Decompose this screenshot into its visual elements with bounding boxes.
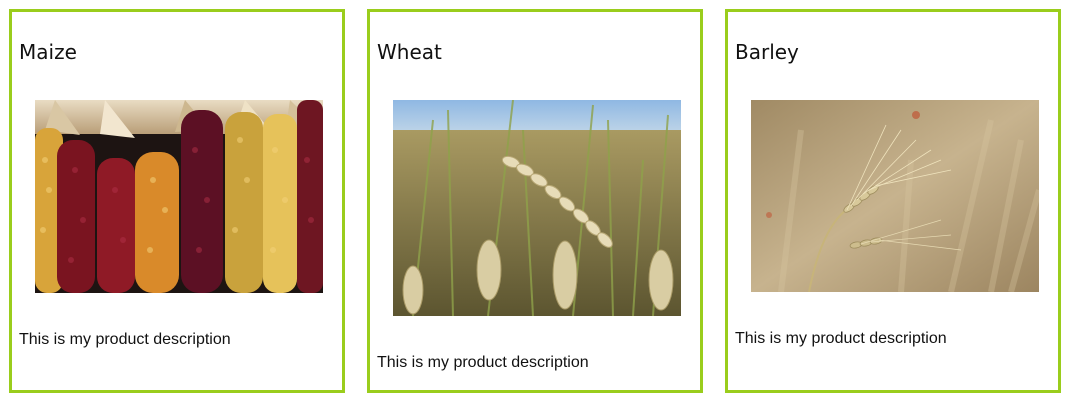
maize-photo [35,100,323,293]
wheat-photo [393,100,681,316]
barley-photo [751,100,1039,292]
product-description: This is my product description [735,330,947,347]
product-title: Maize [19,40,77,64]
product-card-maize: Maize This is my product description [9,9,345,393]
product-title: Wheat [377,40,442,64]
product-description: This is my product description [377,354,589,371]
product-card-wheat: Wheat This is my product description [367,9,703,393]
product-title: Barley [735,40,799,64]
product-card-barley: Barley This is my product description [725,9,1061,393]
product-description: This is my product description [19,331,231,348]
